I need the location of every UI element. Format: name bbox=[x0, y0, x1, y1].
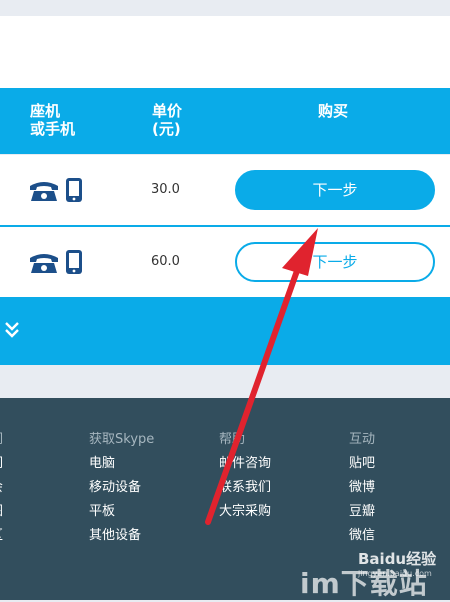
table-row: 60.0 下一步 bbox=[0, 227, 450, 297]
footer-link[interactable]: 大宗采购 bbox=[219, 500, 271, 524]
footer-link[interactable]: 会 bbox=[0, 476, 3, 500]
table-row: 30.0 下一步 bbox=[0, 155, 450, 225]
footer-link[interactable]: 电脑 bbox=[89, 452, 154, 476]
footer-link[interactable]: 邮件咨询 bbox=[219, 452, 271, 476]
footer-link[interactable]: 区 bbox=[0, 524, 3, 548]
footer-link[interactable]: 豆瓣 bbox=[349, 500, 375, 524]
footer-link[interactable]: 贴吧 bbox=[349, 452, 375, 476]
next-step-button[interactable]: 下一步 bbox=[235, 242, 435, 282]
footer-column: 获取Skype 电脑 移动设备 平板 其他设备 bbox=[89, 428, 154, 548]
header-device: 座机 或手机 bbox=[30, 102, 76, 138]
phone-icon bbox=[30, 182, 58, 201]
next-step-button[interactable]: 下一步 bbox=[235, 170, 435, 210]
site-watermark: im下载站 bbox=[300, 567, 428, 600]
footer-column: 们 们 会 图 区 bbox=[0, 428, 3, 548]
footer-heading: 获取Skype bbox=[89, 432, 155, 447]
chevron-down-icon[interactable] bbox=[2, 317, 22, 341]
phone-icon bbox=[30, 254, 58, 273]
header-buy: 购买 bbox=[318, 102, 349, 120]
header-price: 单价 (元) bbox=[152, 102, 183, 138]
unit-price: 30.0 bbox=[151, 182, 180, 197]
device-icons bbox=[28, 177, 88, 203]
expand-band bbox=[0, 297, 450, 365]
spacer bbox=[0, 365, 450, 398]
table-header: 座机 或手机 单价 (元) 购买 bbox=[0, 88, 450, 154]
footer-heading: 互动 bbox=[349, 432, 376, 447]
mobile-icon bbox=[66, 250, 82, 274]
footer-link[interactable]: 微博 bbox=[349, 476, 375, 500]
content-panel bbox=[0, 16, 450, 88]
footer-heading: 帮助 bbox=[219, 432, 246, 447]
device-icons bbox=[28, 249, 88, 275]
mobile-icon bbox=[66, 178, 82, 202]
footer-link[interactable]: 移动设备 bbox=[89, 476, 154, 500]
footer-link[interactable]: 其他设备 bbox=[89, 524, 154, 548]
top-strip bbox=[0, 0, 450, 16]
footer-link[interactable]: 平板 bbox=[89, 500, 154, 524]
footer-heading: 们 bbox=[0, 428, 3, 452]
footer-link[interactable]: 们 bbox=[0, 452, 3, 476]
footer-link[interactable]: 图 bbox=[0, 500, 3, 524]
unit-price: 60.0 bbox=[151, 254, 180, 269]
footer-column: 帮助 邮件咨询 联系我们 大宗采购 bbox=[219, 428, 271, 524]
footer-link[interactable]: 联系我们 bbox=[219, 476, 271, 500]
footer-link[interactable]: 微信 bbox=[349, 524, 375, 548]
footer-column: 互动 贴吧 微博 豆瓣 微信 bbox=[349, 428, 375, 548]
